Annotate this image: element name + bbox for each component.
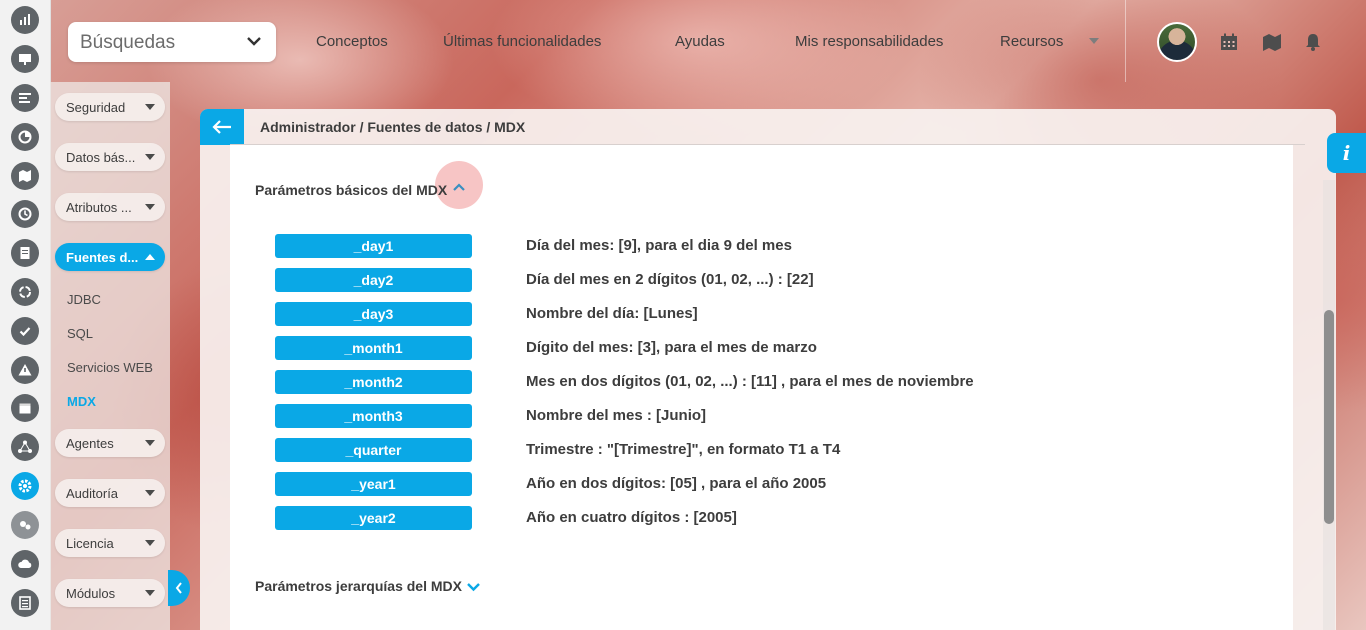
param-button[interactable]: _day2 — [275, 268, 472, 292]
recursos-caret-icon[interactable] — [1089, 38, 1099, 45]
search-dropdown[interactable]: Búsquedas — [68, 22, 276, 62]
nav-recursos[interactable]: Recursos — [1000, 33, 1063, 50]
settings-gear-icon[interactable] — [11, 472, 39, 500]
caret-down-icon — [145, 104, 155, 110]
clock-icon[interactable] — [11, 200, 39, 228]
chevron-down-icon[interactable] — [466, 582, 481, 592]
menu-label: Seguridad — [66, 100, 126, 115]
section-title-hierarchy[interactable]: Parámetros jerarquías del MDX — [255, 578, 462, 594]
submenu-sql[interactable]: SQL — [67, 326, 93, 341]
menu-datos-basicos[interactable]: Datos bás... — [55, 143, 165, 171]
nav-conceptos[interactable]: Conceptos — [316, 33, 388, 50]
param-button[interactable]: _year1 — [275, 472, 472, 496]
search-label: Búsquedas — [80, 32, 176, 53]
menu-label: Auditoría — [66, 486, 119, 501]
info-button[interactable]: i — [1327, 133, 1366, 173]
presentation-icon[interactable] — [11, 45, 39, 73]
param-description: Mes en dos dígitos (01, 02, ...) : [11] … — [526, 373, 974, 390]
caret-down-icon — [145, 590, 155, 596]
list-icon[interactable] — [11, 84, 39, 112]
submenu-mdx[interactable]: MDX — [67, 394, 96, 409]
user-avatar[interactable] — [1157, 22, 1197, 62]
calendar-icon[interactable] — [1219, 32, 1239, 52]
bell-icon[interactable] — [1303, 32, 1323, 52]
nav-ultimas-funcionalidades[interactable]: Últimas funcionalidades — [443, 33, 601, 50]
menu-modulos[interactable]: Módulos — [55, 579, 165, 607]
chevron-left-icon — [175, 582, 182, 594]
param-description: Nombre del mes : [Junio] — [526, 407, 707, 424]
caret-down-icon — [145, 204, 155, 210]
top-bar: Búsquedas Conceptos Últimas funcionalida… — [50, 0, 1366, 82]
menu-label: Licencia — [66, 536, 114, 551]
section-title-basic: Parámetros básicos del MDX — [255, 182, 448, 198]
menu-label: Módulos — [66, 586, 116, 601]
caret-down-icon — [145, 440, 155, 446]
caret-up-icon — [145, 254, 155, 260]
param-button[interactable]: _year2 — [275, 506, 472, 530]
param-button[interactable]: _month2 — [275, 370, 472, 394]
caret-down-icon — [145, 154, 155, 160]
param-button[interactable]: _day1 — [275, 234, 472, 258]
menu-label: Datos bás... — [66, 150, 136, 165]
report-list-icon[interactable] — [11, 589, 39, 617]
param-button[interactable]: _month3 — [275, 404, 472, 428]
map-icon[interactable] — [1262, 32, 1282, 52]
back-button[interactable] — [200, 109, 244, 145]
menu-auditoria[interactable]: Auditoría — [55, 479, 165, 507]
param-description: Año en cuatro dígitos : [2005] — [526, 509, 737, 526]
param-description: Día del mes: [9], para el dia 9 del mes — [526, 237, 792, 254]
cloud-icon[interactable] — [11, 550, 39, 578]
arrow-left-icon — [212, 120, 231, 134]
menu-label: Fuentes d... — [66, 250, 139, 265]
cycle-icon[interactable] — [11, 278, 39, 306]
users-cloud-icon[interactable] — [11, 511, 39, 539]
param-button[interactable]: _day3 — [275, 302, 472, 326]
chevron-up-icon — [453, 183, 465, 191]
warning-icon[interactable] — [11, 356, 39, 384]
nav-mis-responsabilidades[interactable]: Mis responsabilidades — [795, 33, 943, 50]
param-description: Día del mes en 2 dígitos (01, 02, ...) :… — [526, 271, 814, 288]
param-button[interactable]: _month1 — [275, 336, 472, 360]
param-description: Dígito del mes: [3], para el mes de marz… — [526, 339, 817, 356]
param-description: Año en dos dígitos: [05] , para el año 2… — [526, 475, 827, 492]
icon-rail — [0, 0, 51, 630]
param-button[interactable]: _quarter — [275, 438, 472, 462]
document-icon[interactable] — [11, 239, 39, 267]
network-icon[interactable] — [11, 433, 39, 461]
submenu-servicios-web[interactable]: Servicios WEB — [67, 360, 153, 375]
param-description: Trimestre : "[Trimestre]", en formato T1… — [526, 441, 841, 458]
caret-down-icon — [145, 490, 155, 496]
chart-icon[interactable] — [11, 6, 39, 34]
menu-licencia[interactable]: Licencia — [55, 529, 165, 557]
topbar-divider — [1125, 0, 1126, 82]
submenu-jdbc[interactable]: JDBC — [67, 292, 101, 307]
menu-atributos[interactable]: Atributos ... — [55, 193, 165, 221]
breadcrumb: Administrador / Fuentes de datos / MDX — [260, 119, 526, 135]
nav-ayudas[interactable]: Ayudas — [675, 33, 725, 50]
param-description: Nombre del día: [Lunes] — [526, 305, 698, 322]
menu-label: Atributos ... — [66, 200, 132, 215]
menu-seguridad[interactable]: Seguridad — [55, 93, 165, 121]
scrollbar-thumb[interactable] — [1324, 310, 1334, 524]
chevron-down-icon — [247, 37, 261, 46]
calendar-icon[interactable] — [11, 394, 39, 422]
map-icon[interactable] — [11, 162, 39, 190]
check-icon[interactable] — [11, 317, 39, 345]
pie-chart-icon[interactable] — [11, 123, 39, 151]
menu-label: Agentes — [66, 436, 114, 451]
menu-fuentes-de-datos[interactable]: Fuentes d... — [55, 243, 165, 271]
menu-agentes[interactable]: Agentes — [55, 429, 165, 457]
caret-down-icon — [145, 540, 155, 546]
